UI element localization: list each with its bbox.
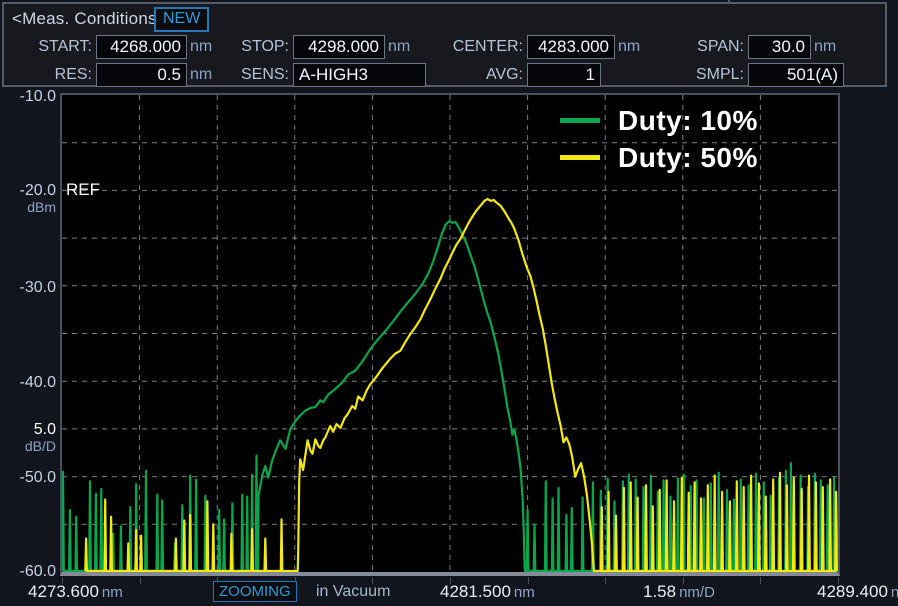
legend-label-duty50: Duty: 50% bbox=[618, 142, 758, 174]
x-stop-label: 4289.400nm bbox=[817, 582, 898, 602]
field-res: RES: 0.5 nm bbox=[14, 63, 212, 87]
y-tick--30: -30.0 bbox=[0, 279, 56, 297]
start-unit: nm bbox=[187, 38, 212, 56]
zooming-badge[interactable]: ZOOMING bbox=[213, 581, 297, 602]
legend-item-duty50: Duty: 50% bbox=[560, 139, 758, 176]
x-center-label: 4281.500nm bbox=[440, 582, 535, 602]
smpl-input[interactable]: 501(A) bbox=[748, 63, 844, 87]
center-input[interactable]: 4283.000 bbox=[527, 35, 615, 59]
panel-title: <Meas. Conditions> bbox=[12, 9, 167, 29]
meas-conditions-panel: <Meas. Conditions> NEW START: 4268.000 n… bbox=[2, 2, 887, 87]
field-start: START: 4268.000 nm bbox=[14, 35, 212, 59]
sens-input[interactable]: A-HIGH3 bbox=[293, 63, 426, 87]
stop-label: STOP: bbox=[212, 38, 293, 56]
y-tick--40: -40.0 bbox=[0, 374, 56, 392]
plot-canvas[interactable]: REF Duty: 10% Duty: 50% bbox=[60, 93, 840, 576]
x-tick bbox=[605, 577, 606, 584]
stop-input[interactable]: 4298.000 bbox=[293, 35, 385, 59]
y-tick--10: -10.0 bbox=[0, 88, 56, 106]
legend-label-duty10: Duty: 10% bbox=[618, 105, 758, 137]
osa-screen: <Meas. Conditions> NEW START: 4268.000 n… bbox=[0, 0, 898, 606]
new-badge[interactable]: NEW bbox=[154, 7, 209, 32]
trace-duty-50 bbox=[85, 199, 837, 571]
span-unit: nm bbox=[811, 38, 836, 56]
frame-divider bbox=[728, 0, 730, 3]
field-sens: SENS: A-HIGH3 bbox=[212, 63, 426, 87]
vacuum-label: in Vacuum bbox=[316, 583, 390, 601]
sens-label: SENS: bbox=[212, 66, 293, 84]
legend-line-yellow bbox=[560, 155, 600, 160]
res-label: RES: bbox=[14, 66, 96, 84]
x-start-label: 4273.600nm bbox=[28, 582, 123, 602]
y-scale-unit: dB/D bbox=[0, 438, 56, 454]
y-tick--60: -60.0 bbox=[0, 563, 56, 581]
start-label: START: bbox=[14, 38, 96, 56]
y-tick--50: -50.0 bbox=[0, 469, 56, 487]
ref-marker: REF bbox=[66, 180, 100, 200]
res-unit: nm bbox=[187, 66, 212, 84]
y-unit-dbm: dBm bbox=[0, 199, 56, 215]
field-smpl: SMPL: 501(A) bbox=[652, 63, 844, 87]
center-unit: nm bbox=[615, 38, 640, 56]
field-stop: STOP: 4298.000 nm bbox=[212, 35, 410, 59]
center-label: CENTER: bbox=[432, 38, 527, 56]
field-span: SPAN: 30.0 nm bbox=[652, 35, 836, 59]
x-per-div-label: 1.58nm/D bbox=[643, 582, 715, 602]
avg-input[interactable]: 1 bbox=[527, 63, 601, 87]
y-tick--20: -20.0 bbox=[0, 182, 56, 200]
y-scale-value: 5.0 bbox=[0, 421, 56, 439]
legend-line-green bbox=[560, 118, 600, 123]
smpl-label: SMPL: bbox=[652, 66, 748, 84]
span-input[interactable]: 30.0 bbox=[748, 35, 811, 59]
field-center: CENTER: 4283.000 nm bbox=[432, 35, 640, 59]
res-input[interactable]: 0.5 bbox=[96, 63, 187, 87]
x-tick bbox=[760, 577, 761, 584]
start-input[interactable]: 4268.000 bbox=[96, 35, 187, 59]
legend-item-duty10: Duty: 10% bbox=[560, 102, 758, 139]
legend: Duty: 10% Duty: 50% bbox=[560, 102, 758, 176]
field-avg: AVG: 1 bbox=[432, 63, 601, 87]
x-tick bbox=[140, 577, 141, 584]
avg-label: AVG: bbox=[432, 66, 527, 84]
span-label: SPAN: bbox=[652, 38, 748, 56]
stop-unit: nm bbox=[385, 38, 410, 56]
